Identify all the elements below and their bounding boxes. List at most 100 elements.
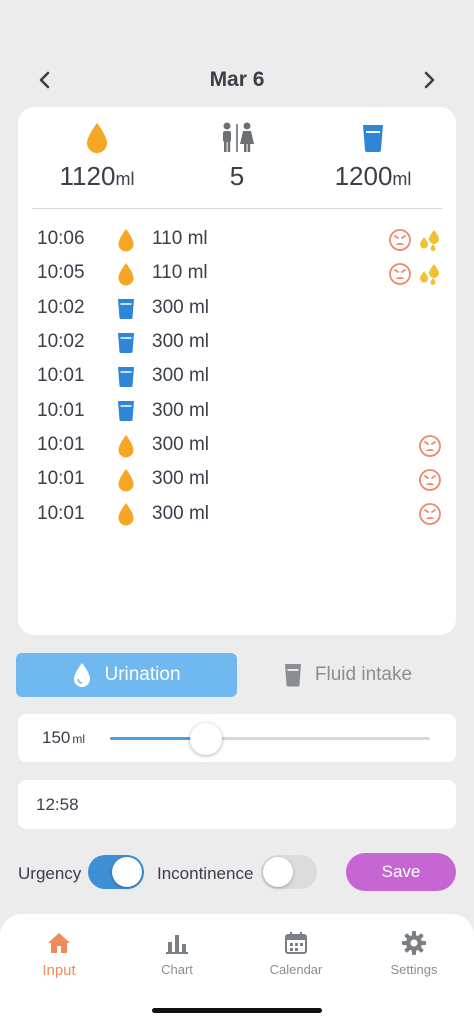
fluid-mode-label: Fluid intake — [314, 664, 413, 685]
urgency-flag — [418, 502, 442, 526]
volume-slider-thumb[interactable] — [190, 723, 222, 755]
date-title: Mar 6 — [209, 68, 265, 91]
entry-type — [115, 434, 137, 458]
urgency-flag — [388, 262, 412, 286]
drop-icon — [118, 503, 134, 526]
entry-amount: 300 ml — [152, 331, 210, 353]
entry-flags — [418, 468, 442, 492]
time-field[interactable]: 12:58 — [18, 780, 456, 829]
entry-time: 10:05 — [37, 262, 85, 284]
volume-slider[interactable] — [110, 723, 430, 755]
chevron-left-icon — [39, 71, 50, 89]
log-entry[interactable]: 10:01 300 ml — [18, 496, 456, 530]
incontinence-toggle[interactable] — [261, 855, 317, 889]
entry-amount: 110 ml — [152, 228, 208, 250]
entry-flags — [388, 262, 442, 286]
distressed-face-icon — [419, 469, 441, 491]
entry-amount: 300 ml — [152, 433, 210, 455]
log-entry[interactable]: 10:01 300 ml — [18, 359, 456, 393]
log-entry[interactable]: 10:06 110 ml — [18, 222, 456, 256]
urination-total: 1120ml — [27, 121, 167, 192]
incontinence-toggle-knob — [263, 857, 293, 887]
restroom-icon — [223, 122, 254, 152]
entry-type — [115, 298, 137, 320]
bar-chart-icon — [166, 935, 188, 954]
entry-type — [115, 469, 137, 492]
date-header: Mar 6 — [0, 58, 474, 102]
log-entry[interactable]: 10:05 110 ml — [18, 256, 456, 290]
entry-time: 10:01 — [37, 468, 85, 490]
drop-icon — [74, 663, 91, 687]
log-entry[interactable]: 10:02 300 ml — [18, 325, 456, 359]
leak-flag — [418, 262, 442, 286]
cup-icon — [118, 401, 134, 422]
cup-icon — [363, 125, 383, 152]
urgency-flag — [418, 468, 442, 492]
tab-calendar-label: Calendar — [269, 962, 323, 977]
entry-type — [115, 400, 137, 422]
entry-time: 10:01 — [37, 399, 85, 421]
drop-icon — [118, 229, 134, 252]
leak-flag — [418, 228, 442, 252]
entry-type — [115, 366, 137, 388]
cup-icon — [118, 332, 134, 353]
log-entry[interactable]: 10:01 300 ml — [18, 393, 456, 427]
tab-settings[interactable]: Settings — [355, 930, 473, 977]
entry-type — [115, 503, 137, 526]
gear-icon — [402, 931, 426, 955]
cup-icon — [118, 367, 134, 388]
entry-type — [115, 229, 137, 252]
entry-time: 10:02 — [37, 331, 85, 353]
urgency-toggle-knob — [112, 857, 142, 887]
urgency-flag — [418, 434, 442, 458]
urination-mode-button[interactable]: Urination — [16, 653, 237, 697]
log-entry[interactable]: 10:01 300 ml — [18, 462, 456, 496]
entry-type — [115, 332, 137, 354]
chevron-right-icon — [424, 71, 435, 89]
drop-icon — [118, 263, 134, 286]
next-day-button[interactable] — [416, 66, 444, 94]
calendar-icon — [285, 932, 307, 954]
entry-time: 10:06 — [37, 228, 85, 250]
entry-time: 10:01 — [37, 502, 85, 524]
urgency-toggle[interactable] — [88, 855, 144, 889]
urgency-label: Urgency — [18, 864, 82, 883]
tab-input[interactable]: Input — [0, 930, 118, 979]
log-entry[interactable]: 10:02 300 ml — [18, 291, 456, 325]
home-indicator — [152, 1008, 322, 1013]
toilet-count-value: 5 — [229, 161, 245, 191]
fluid-mode-button[interactable]: Fluid intake — [237, 653, 458, 697]
time-value: 12:58 — [36, 795, 79, 814]
leak-drops-icon — [420, 230, 439, 251]
entry-amount: 300 ml — [152, 365, 210, 387]
summary-row: 1120ml 5 1200ml — [18, 121, 456, 201]
tab-calendar[interactable]: Calendar — [237, 930, 355, 977]
entry-amount: 300 ml — [152, 296, 210, 318]
cup-icon — [284, 664, 301, 687]
save-button[interactable]: Save — [346, 853, 456, 891]
urination-total-unit: ml — [115, 169, 135, 189]
entry-amount: 110 ml — [152, 262, 208, 284]
volume-value: 150 — [42, 728, 71, 747]
entry-controls: Urgency Incontinence Save — [0, 853, 474, 893]
tab-chart-label: Chart — [161, 962, 193, 977]
volume-card: 150 ml — [18, 714, 456, 762]
tab-chart[interactable]: Chart — [118, 930, 236, 977]
entry-flags — [418, 434, 442, 458]
entry-type — [115, 263, 137, 286]
previous-day-button[interactable] — [30, 66, 58, 94]
distressed-face-icon — [419, 434, 441, 457]
drop-icon — [118, 469, 134, 492]
entry-time: 10:01 — [37, 365, 85, 387]
tab-input-label: Input — [42, 962, 76, 979]
drop-icon — [87, 123, 107, 153]
fluid-total-value: 1200 — [334, 161, 393, 191]
urgency-flag — [388, 228, 412, 252]
fluid-total: 1200ml — [303, 121, 443, 192]
distressed-face-icon — [389, 263, 411, 286]
entry-time: 10:01 — [37, 433, 85, 455]
log-entry[interactable]: 10:01 300 ml — [18, 428, 456, 462]
toilet-count: 5 — [167, 121, 307, 192]
fluid-total-unit: ml — [392, 169, 412, 189]
entry-log: 10:06 110 ml 10:05 110 ml 10:02 300 ml 10:02 30… — [18, 222, 456, 531]
